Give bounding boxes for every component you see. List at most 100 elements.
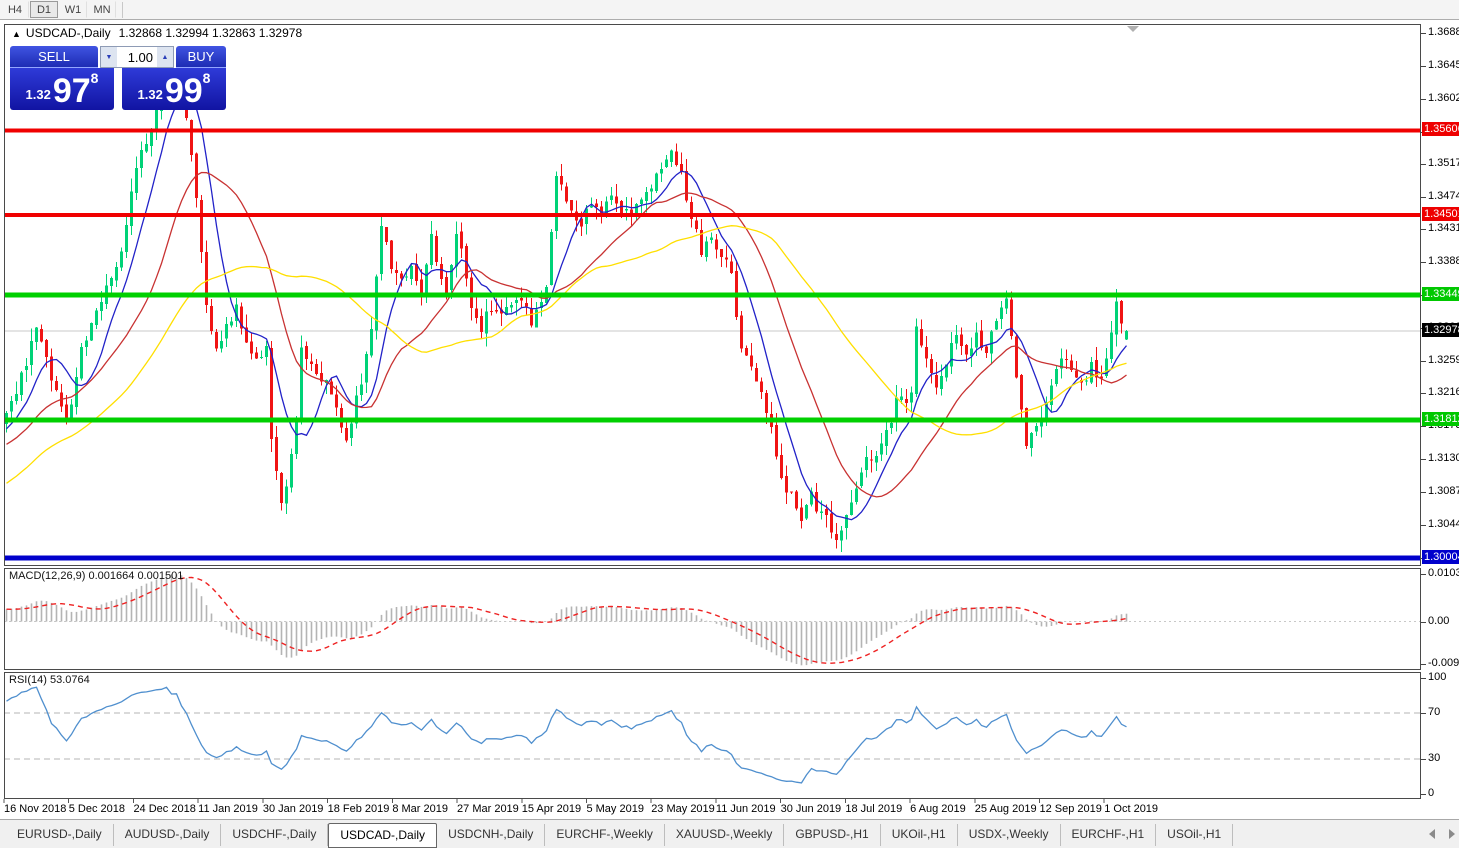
price-tick: 1.30440 xyxy=(1428,518,1459,530)
macd-value-2: 0.001501 xyxy=(137,570,183,582)
volume-input[interactable]: 1.00 xyxy=(117,47,157,67)
chart-tab-bar: EURUSD-,DailyAUDUSD-,DailyUSDCHF-,DailyU… xyxy=(0,819,1459,848)
tab-scroll-controls xyxy=(1429,829,1455,839)
macd-layer xyxy=(7,574,1127,666)
moving-average-8 xyxy=(7,95,1127,520)
price-tag: 1.35606 xyxy=(1422,122,1459,136)
chart-tab-xauusd-weekly[interactable]: XAUUSD-,Weekly xyxy=(665,824,784,846)
buy-price-pip: 8 xyxy=(203,70,211,86)
buy-price-main: 99 xyxy=(165,76,203,106)
chart-tab-eurchf-h1[interactable]: EURCHF-,H1 xyxy=(1061,824,1157,846)
chart-tab-gbpusd-h1[interactable]: GBPUSD-,H1 xyxy=(784,824,880,846)
date-label: 18 Jul 2019 xyxy=(845,803,902,815)
timeframe-d1-button[interactable]: D1 xyxy=(30,1,58,18)
price-tick: 1.34310 xyxy=(1428,222,1459,234)
rsi-value: 53.0764 xyxy=(50,674,90,686)
buy-price-box[interactable]: 1.32 99 8 xyxy=(122,68,226,110)
timeframe-h4-button[interactable]: H4 xyxy=(1,1,29,18)
symbol-name: USDCAD-,Daily xyxy=(26,26,111,40)
chart-tab-eurusd-daily[interactable]: EURUSD-,Daily xyxy=(6,824,114,846)
price-chart-canvas[interactable] xyxy=(0,21,1459,818)
buy-button[interactable]: BUY xyxy=(176,46,226,68)
chart-title: ▲ USDCAD-,Daily 1.32868 1.32994 1.32863 1.… xyxy=(12,26,302,40)
sell-button[interactable]: SELL xyxy=(10,46,98,68)
macd-axis-tick: -0.00920 xyxy=(1428,657,1459,669)
rsi-axis-tick: 70 xyxy=(1428,706,1440,718)
date-label: 27 Mar 2019 xyxy=(457,803,519,815)
price-tick: 1.31300 xyxy=(1428,452,1459,464)
sell-price-prefix: 1.32 xyxy=(26,87,51,106)
sell-price-main: 97 xyxy=(53,76,91,106)
date-label: 8 Mar 2019 xyxy=(392,803,448,815)
timeframe-mn-button[interactable]: MN xyxy=(88,1,116,18)
price-tick: 1.33880 xyxy=(1428,255,1459,267)
macd-axis-tick: 0.010311 xyxy=(1428,567,1459,579)
date-label: 5 Dec 2018 xyxy=(69,803,125,815)
volume-increase-button[interactable]: ▲ xyxy=(157,47,173,67)
date-axis[interactable]: 16 Nov 20185 Dec 2018 24 Dec 201811 Jan 2… xyxy=(0,800,1421,817)
chart-tab-ukoil-h1[interactable]: UKOil-,H1 xyxy=(881,824,958,846)
date-label: 24 Dec 2018 xyxy=(133,803,195,815)
price-tick: 1.36450 xyxy=(1428,59,1459,71)
date-label: 12 Sep 2019 xyxy=(1040,803,1102,815)
moving-average-45 xyxy=(7,226,1127,484)
date-label: 30 Jan 2019 xyxy=(263,803,324,815)
sell-price-box[interactable]: 1.32 97 8 xyxy=(10,68,114,110)
date-label: 1 Oct 2019 xyxy=(1104,803,1158,815)
rsi-axis-tick: 100 xyxy=(1428,671,1446,683)
timeframe-w1-button[interactable]: W1 xyxy=(59,1,87,18)
price-tick: 1.32590 xyxy=(1428,354,1459,366)
price-tick: 1.34740 xyxy=(1428,190,1459,202)
date-label: 11 Jan 2019 xyxy=(198,803,258,815)
ohlc-values: 1.32868 1.32994 1.32863 1.32978 xyxy=(119,26,303,40)
price-tick: 1.36880 xyxy=(1428,26,1459,38)
chart-tab-usdx-weekly[interactable]: USDX-,Weekly xyxy=(958,824,1061,846)
chart-tab-usdcnh-daily[interactable]: USDCNH-,Daily xyxy=(437,824,545,846)
price-tick: 1.32160 xyxy=(1428,386,1459,398)
date-label: 16 Nov 2018 xyxy=(4,803,66,815)
chart-tab-usoil-h1[interactable]: USOil-,H1 xyxy=(1156,824,1233,846)
rsi-axis-tick: 30 xyxy=(1428,752,1440,764)
tab-scroll-right-icon[interactable] xyxy=(1449,829,1455,839)
macd-axis-tick: 0.00 xyxy=(1428,615,1449,627)
volume-decrease-button[interactable]: ▼ xyxy=(101,47,117,67)
macd-value-1: 0.001664 xyxy=(88,570,134,582)
sell-price-pip: 8 xyxy=(91,70,99,86)
price-tag: 1.34501 xyxy=(1422,207,1459,221)
price-axis[interactable]: 1.368801.364501.360201.355901.351701.347… xyxy=(1421,21,1459,818)
price-tick: 1.30870 xyxy=(1428,485,1459,497)
buy-price-prefix: 1.32 xyxy=(138,87,163,106)
chart-tab-usdcad-daily[interactable]: USDCAD-,Daily xyxy=(328,823,437,848)
rsi-axis-tick: 0 xyxy=(1428,787,1434,799)
price-tag: 1.32978 xyxy=(1422,323,1459,337)
tab-scroll-left-icon[interactable] xyxy=(1429,829,1435,839)
date-label: 5 May 2019 xyxy=(586,803,643,815)
timeframe-toolbar: H4 D1 W1 MN xyxy=(0,0,1459,20)
rsi-line xyxy=(7,687,1127,783)
price-tick: 1.35170 xyxy=(1428,157,1459,169)
date-label: 30 Jun 2019 xyxy=(781,803,842,815)
chart-tab-eurchf-weekly[interactable]: EURCHF-,Weekly xyxy=(545,824,664,846)
terminal-window: H4 D1 W1 MN ▲ USDCAD-,Daily 1.32868 1.3299… xyxy=(0,0,1459,848)
chart-tab-audusd-daily[interactable]: AUDUSD-,Daily xyxy=(114,824,222,846)
price-tag: 1.30004 xyxy=(1422,550,1459,564)
date-label: 25 Aug 2019 xyxy=(975,803,1037,815)
price-tag: 1.31812 xyxy=(1422,412,1459,426)
date-label: 6 Aug 2019 xyxy=(910,803,966,815)
date-label: 11 Jun 2019 xyxy=(716,803,776,815)
date-label: 15 Apr 2019 xyxy=(522,803,581,815)
date-label: 23 May 2019 xyxy=(651,803,715,815)
candles-layer xyxy=(5,47,1128,552)
chart-shift-marker-icon xyxy=(1127,26,1139,32)
chart-region: ▲ USDCAD-,Daily 1.32868 1.32994 1.32863 1.… xyxy=(0,21,1459,818)
toolbar-separator xyxy=(122,2,123,18)
chart-tab-usdchf-daily[interactable]: USDCHF-,Daily xyxy=(221,824,328,846)
price-tick: 1.36020 xyxy=(1428,92,1459,104)
price-tag: 1.33449 xyxy=(1422,287,1459,301)
rsi-label: RSI(14) 53.0764 xyxy=(9,674,90,686)
panel-collapse-arrow-icon[interactable]: ▲ xyxy=(12,29,21,39)
volume-control: ▼ 1.00 ▲ xyxy=(100,46,174,68)
macd-label: MACD(12,26,9) 0.001664 0.001501 xyxy=(9,570,183,582)
date-label: 18 Feb 2019 xyxy=(328,803,390,815)
moving-average-21 xyxy=(7,173,1127,497)
